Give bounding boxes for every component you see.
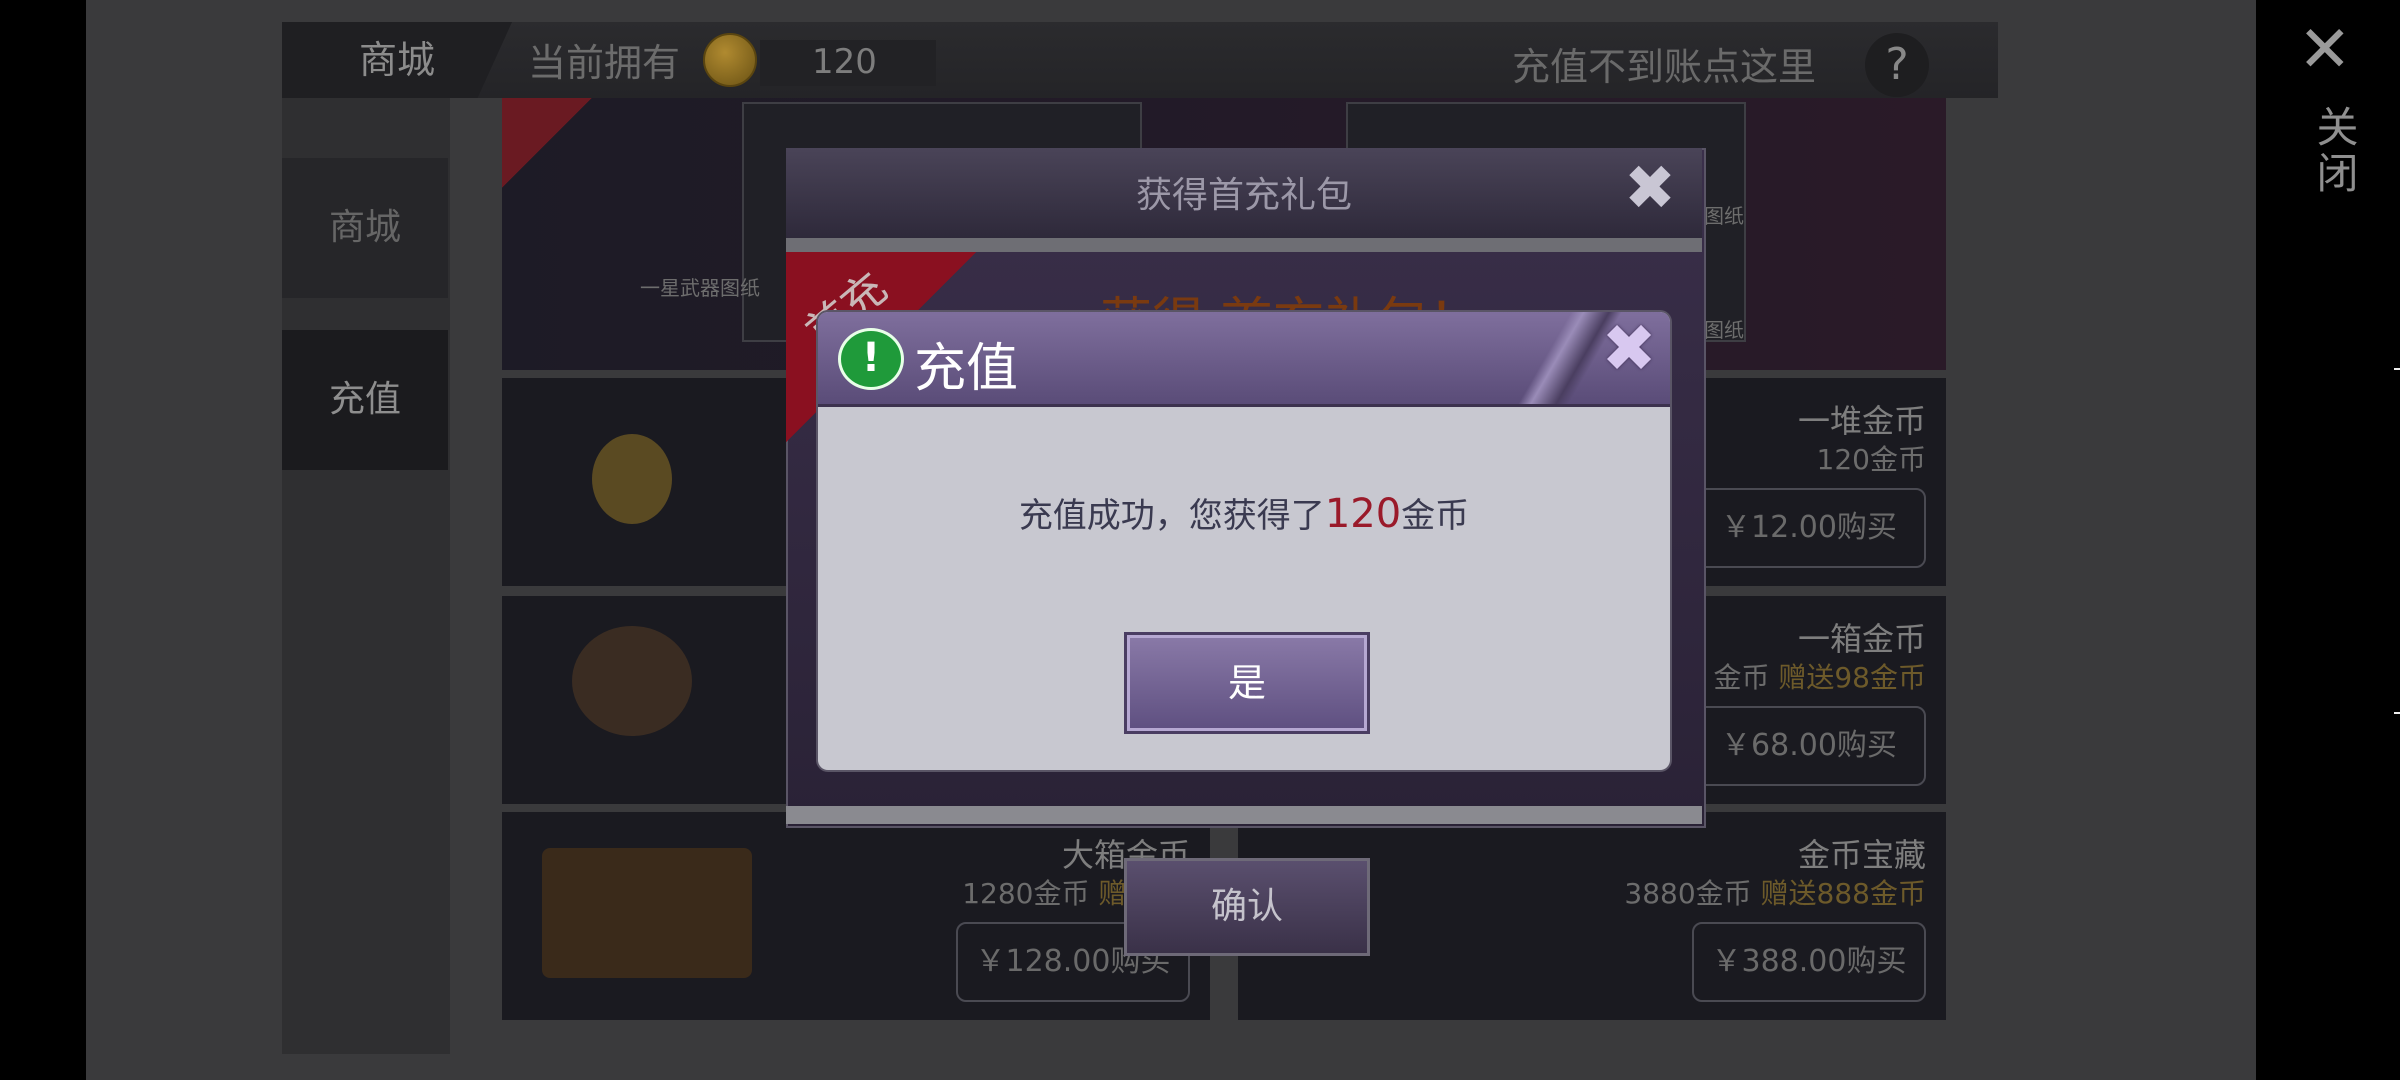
pack-amount: 3880金币 赠送888金币 <box>1624 872 1926 912</box>
message-prefix: 充值成功，您获得了 <box>1018 496 1325 536</box>
close-icon[interactable]: ✖ <box>1596 316 1662 382</box>
buy-button[interactable]: ￥12.00购买 <box>1692 488 1926 568</box>
close-label[interactable]: 关闭 <box>2304 105 2365 197</box>
shop-title-tab[interactable]: 商城 <box>282 22 512 98</box>
pack-name: 金币宝藏 <box>1797 836 1926 874</box>
blueprint-label: 图纸 <box>1704 204 1744 228</box>
coin-pack-tile: 大箱金币 1280金币 赠送28 ￥128.00购买 <box>502 812 1210 1020</box>
coin-barrel-image <box>572 626 692 736</box>
recharge-help-link[interactable]: 充值不到账点这里 <box>1512 36 1816 91</box>
edge-marker <box>2394 712 2400 714</box>
pack-amount-value: 金币 <box>1713 661 1770 694</box>
message-suffix: 金币 <box>1401 496 1470 536</box>
confirm-button[interactable]: 确认 <box>1124 858 1370 956</box>
pack-bonus: 赠送888金币 <box>1760 877 1926 910</box>
recharge-dialog-title: 充值 <box>914 339 1019 399</box>
owned-value: 120 <box>812 42 877 82</box>
recharge-message: 充值成功，您获得了120金币 <box>818 488 1670 537</box>
pack-name: 一箱金币 <box>1797 620 1926 658</box>
first-recharge-dialog-title: 获得首充礼包 <box>1135 175 1352 216</box>
help-icon[interactable]: ? <box>1865 33 1929 97</box>
message-amount: 120 <box>1324 491 1402 537</box>
sidebar-item-recharge[interactable]: 充值 <box>282 330 448 470</box>
owned-label: 当前拥有 <box>528 41 681 85</box>
divider <box>786 806 1702 824</box>
coin-crate-image <box>542 848 752 978</box>
pack-amount-value: 3880金币 <box>1624 877 1752 910</box>
coin-icon <box>703 33 757 87</box>
pack-bonus: 赠送98金币 <box>1778 661 1926 694</box>
close-icon[interactable]: ✖ <box>1618 156 1682 220</box>
close-icon[interactable]: ✕ <box>2298 18 2352 82</box>
sidebar-item-shop[interactable]: 商城 <box>282 158 448 298</box>
buy-button[interactable]: ￥388.00购买 <box>1692 922 1926 1002</box>
edge-marker <box>2394 368 2400 370</box>
banner-ribbon <box>502 98 592 188</box>
buy-button[interactable]: ￥68.00购买 <box>1692 706 1926 786</box>
pack-name: 一堆金币 <box>1797 402 1926 440</box>
alert-icon: ! <box>838 328 904 390</box>
coin-stack-image <box>592 434 672 524</box>
yes-button[interactable]: 是 <box>1124 632 1370 734</box>
divider <box>786 238 1702 252</box>
pack-amount: 120金币 <box>1816 443 1926 476</box>
blueprint-label: 一星武器图纸 <box>640 276 760 300</box>
pack-amount: 金币 赠送98金币 <box>1713 656 1926 696</box>
pack-amount-value: 1280金币 <box>962 877 1090 910</box>
blueprint-label: 图纸 <box>1704 318 1744 342</box>
